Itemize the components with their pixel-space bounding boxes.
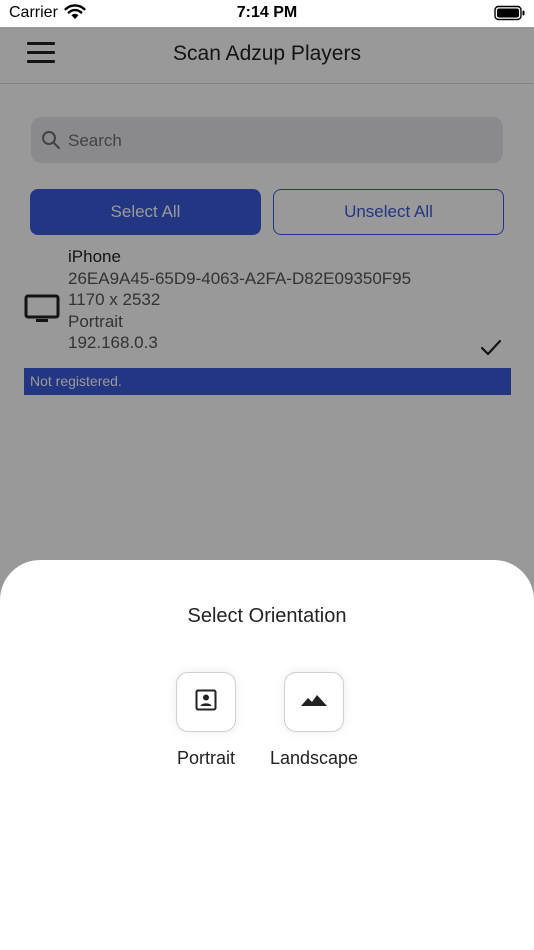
portrait-button[interactable] (176, 672, 236, 732)
portrait-label: Portrait (176, 748, 236, 768)
landscape-button[interactable] (284, 672, 344, 732)
clock: 7:14 PM (236, 4, 298, 21)
landscape-option[interactable]: Landscape (264, 672, 364, 769)
landscape-label: Landscape (269, 748, 359, 768)
portrait-option[interactable]: Portrait (156, 672, 256, 769)
battery-icon (494, 5, 526, 26)
sheet-title: Select Orientation (187, 605, 347, 627)
status-bar: Carrier 7:14 PM (0, 0, 534, 27)
orientation-bottom-sheet: Select Orientation Portrait Landscape (0, 560, 534, 950)
portrait-icon (194, 688, 218, 717)
landscape-icon (300, 690, 328, 715)
